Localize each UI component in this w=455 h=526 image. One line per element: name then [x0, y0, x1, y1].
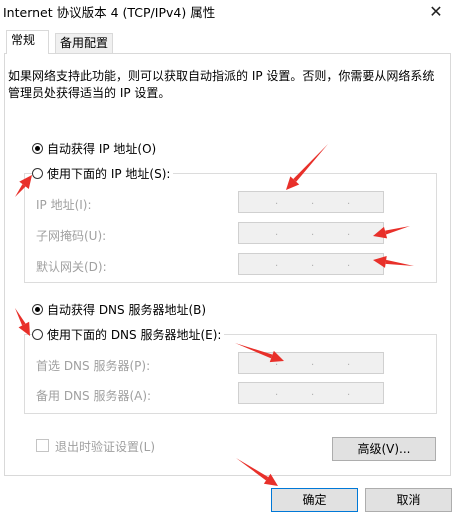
validate-on-exit-label: 退出时验证设置(L)	[55, 440, 156, 454]
ok-button[interactable]: 确定	[271, 488, 358, 512]
close-icon[interactable]: ✕	[423, 1, 449, 23]
validate-on-exit-checkbox[interactable]: 退出时验证设置(L)	[36, 438, 155, 455]
ip-address-input[interactable]: ...	[238, 191, 384, 213]
advanced-button[interactable]: 高级(V)...	[332, 437, 436, 461]
preferred-dns-input[interactable]: ...	[238, 352, 384, 374]
subnet-mask-input[interactable]: ...	[238, 222, 384, 244]
preferred-dns-label: 首选 DNS 服务器(P):	[36, 359, 151, 373]
alternate-dns-label: 备用 DNS 服务器(A):	[36, 389, 152, 403]
ip-manual-radio[interactable]: 使用下面的 IP 地址(S):	[32, 166, 174, 182]
cancel-button[interactable]: 取消	[365, 488, 452, 512]
window-title: Internet 协议版本 4 (TCP/IPv4) 属性	[3, 5, 216, 20]
title-bar: Internet 协议版本 4 (TCP/IPv4) 属性 ✕	[0, 0, 455, 26]
dns-manual-label: 使用下面的 DNS 服务器地址(E):	[47, 328, 222, 342]
subnet-mask-label: 子网掩码(U):	[36, 229, 107, 243]
radio-unselected-icon	[32, 168, 43, 179]
dns-auto-label: 自动获得 DNS 服务器地址(B)	[47, 303, 207, 317]
dns-manual-radio[interactable]: 使用下面的 DNS 服务器地址(E):	[32, 327, 225, 343]
dns-auto-radio[interactable]: 自动获得 DNS 服务器地址(B)	[32, 302, 206, 318]
tab-general[interactable]: 常规	[6, 30, 49, 54]
ip-address-label: IP 地址(I):	[36, 198, 92, 212]
description-text: 如果网络支持此功能，则可以获取自动指派的 IP 设置。否则，你需要从网络系统管理…	[8, 69, 435, 100]
tab-alternate-config[interactable]: 备用配置	[55, 33, 113, 53]
radio-selected-icon	[32, 143, 43, 154]
checkbox-icon	[36, 439, 49, 452]
radio-selected-icon	[32, 304, 43, 315]
ip-manual-label: 使用下面的 IP 地址(S):	[47, 167, 171, 181]
default-gateway-input[interactable]: ...	[238, 253, 384, 275]
radio-unselected-icon	[32, 329, 43, 340]
default-gateway-label: 默认网关(D):	[36, 260, 107, 274]
ip-auto-label: 自动获得 IP 地址(O)	[47, 142, 157, 156]
alternate-dns-input[interactable]: ...	[238, 382, 384, 404]
ip-auto-radio[interactable]: 自动获得 IP 地址(O)	[32, 141, 156, 157]
